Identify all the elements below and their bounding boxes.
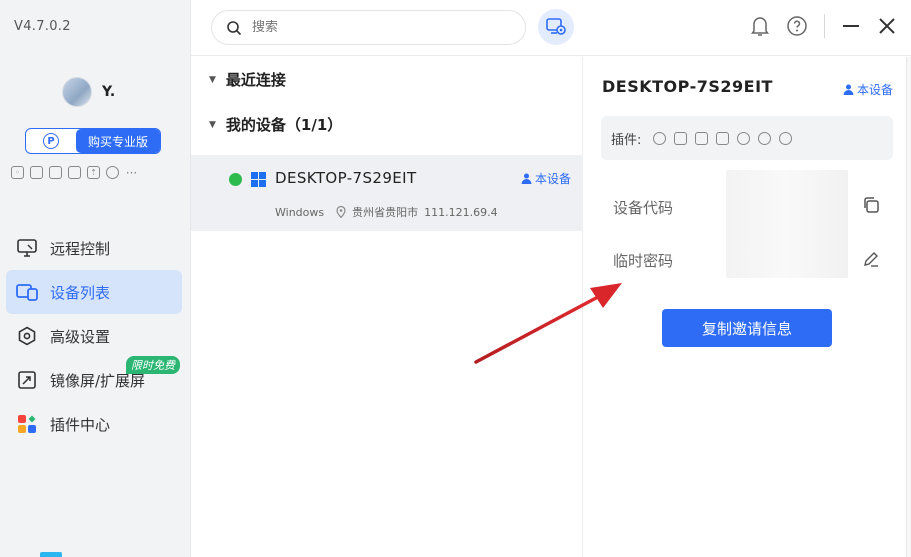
plugin-grid-icon <box>16 413 38 435</box>
nav-remote-control[interactable]: 远程控制 <box>6 226 182 270</box>
recent-label: 最近连接 <box>225 71 286 89</box>
globe-plugin-icon[interactable] <box>779 131 793 145</box>
device-name: DESKTOP-7S29EIT <box>275 169 417 187</box>
minimize-icon[interactable] <box>841 16 861 36</box>
window-controls <box>750 14 897 38</box>
device-ip: 111.121.69.4 <box>424 205 498 219</box>
nav-label: 设备列表 <box>50 283 111 302</box>
window-icon[interactable] <box>68 166 81 179</box>
plugins-bar: 插件: <box>601 116 893 160</box>
my-devices-label: 我的设备（1/1） <box>225 116 343 134</box>
device-detail-panel: DESKTOP-7S29EIT 本设备 插件: 设备代码 临时密码 复制邀请信息 <box>584 57 911 557</box>
pro-p-icon: P <box>43 133 59 149</box>
screen-share-button[interactable] <box>538 9 574 45</box>
rocket-icon[interactable] <box>737 131 751 145</box>
nav-device-list[interactable]: 设备列表 <box>6 270 182 314</box>
sidebar-plugin-row: ◦ ⇡ ··· <box>11 166 138 179</box>
bell-icon[interactable] <box>750 15 770 37</box>
monitor-remote-icon <box>16 237 38 259</box>
detail-device-name: DESKTOP-7S29EIT <box>602 77 773 96</box>
bottom-status-icon <box>40 552 62 557</box>
mirror-screen-icon <box>16 369 38 391</box>
toolbar-divider <box>824 14 825 38</box>
circle-plugin-icon[interactable] <box>758 131 772 145</box>
user-icon <box>843 84 854 95</box>
nav-mirror-screen[interactable]: 限时免费 镜像屏/扩展屏 <box>6 356 182 402</box>
free-badge: 限时免费 <box>126 356 180 374</box>
screen-icon[interactable] <box>30 166 43 179</box>
close-icon[interactable] <box>877 16 897 36</box>
user-profile[interactable]: Y. <box>62 77 115 107</box>
temp-password-label: 临时密码 <box>613 252 674 270</box>
gamepad-icon[interactable] <box>653 131 667 145</box>
device-code-label: 设备代码 <box>613 199 674 217</box>
detail-this-device-tag: 本设备 <box>843 81 893 98</box>
circle-plugin-icon[interactable] <box>106 166 119 179</box>
window-icon[interactable] <box>716 131 730 145</box>
this-device-tag: 本设备 <box>521 170 571 187</box>
search-input[interactable] <box>252 20 492 35</box>
username: Y. <box>102 84 116 100</box>
online-status-icon <box>229 173 242 186</box>
buy-pro-label: 购买专业版 <box>76 129 160 153</box>
redacted-codes <box>726 170 848 278</box>
caret-icon: ▼ <box>209 74 216 85</box>
device-list-panel: ▼ 最近连接 ▼ 我的设备（1/1） DESKTOP-7S29EIT 本设备 W… <box>191 57 583 557</box>
device-location: 贵州省贵阳市 <box>352 206 419 219</box>
rocket-icon[interactable]: ⇡ <box>87 166 100 179</box>
app-version: V4.7.0.2 <box>14 19 71 34</box>
recent-connections-header[interactable]: ▼ 最近连接 <box>191 57 582 102</box>
copy-icon[interactable] <box>862 196 880 214</box>
windows-icon <box>251 172 266 187</box>
screen-icon[interactable] <box>674 131 688 145</box>
search-icon <box>227 20 242 35</box>
more-plugins-icon[interactable]: ··· <box>125 166 138 179</box>
image-icon[interactable] <box>695 131 709 145</box>
nav-label: 远程控制 <box>50 239 111 258</box>
pro-badge: P <box>26 129 76 153</box>
device-location-group: 贵州省贵阳市 111.121.69.4 <box>336 204 498 220</box>
sidebar: V4.7.0.2 Y. P 购买专业版 ◦ ⇡ ··· 远程控制 设备列表 高级… <box>0 0 191 557</box>
location-pin-icon <box>336 206 346 218</box>
image-icon[interactable] <box>49 166 62 179</box>
my-devices-header[interactable]: ▼ 我的设备（1/1） <box>191 102 582 147</box>
copy-invite-button[interactable]: 复制邀请信息 <box>662 309 832 347</box>
buy-pro-button[interactable]: P 购买专业版 <box>25 128 161 154</box>
device-os: Windows <box>275 205 325 219</box>
this-device-label: 本设备 <box>856 83 893 97</box>
caret-icon: ▼ <box>209 119 216 130</box>
user-icon <box>521 173 532 184</box>
screen-share-icon <box>546 18 566 35</box>
sidebar-nav: 远程控制 设备列表 高级设置 限时免费 镜像屏/扩展屏 插件中心 <box>6 226 182 446</box>
nav-label: 插件中心 <box>50 415 111 434</box>
nav-advanced-settings[interactable]: 高级设置 <box>6 314 182 358</box>
top-bar <box>191 0 911 56</box>
avatar[interactable] <box>62 77 92 107</box>
edit-pencil-icon[interactable] <box>862 250 880 268</box>
this-device-label: 本设备 <box>534 172 571 186</box>
settings-hex-icon <box>16 325 38 347</box>
right-edge-strip <box>906 57 911 557</box>
plugins-label: 插件: <box>611 132 642 148</box>
gamepad-icon[interactable]: ◦ <box>11 166 24 179</box>
device-meta: Windows 贵州省贵阳市 111.121.69.4 <box>275 204 498 220</box>
device-row[interactable]: DESKTOP-7S29EIT 本设备 Windows 贵州省贵阳市 111.1… <box>191 155 583 231</box>
help-icon[interactable] <box>786 15 808 37</box>
search-box[interactable] <box>211 10 526 45</box>
nav-plugin-center[interactable]: 插件中心 <box>6 402 182 446</box>
nav-label: 高级设置 <box>50 327 111 346</box>
device-list-icon <box>16 281 38 303</box>
